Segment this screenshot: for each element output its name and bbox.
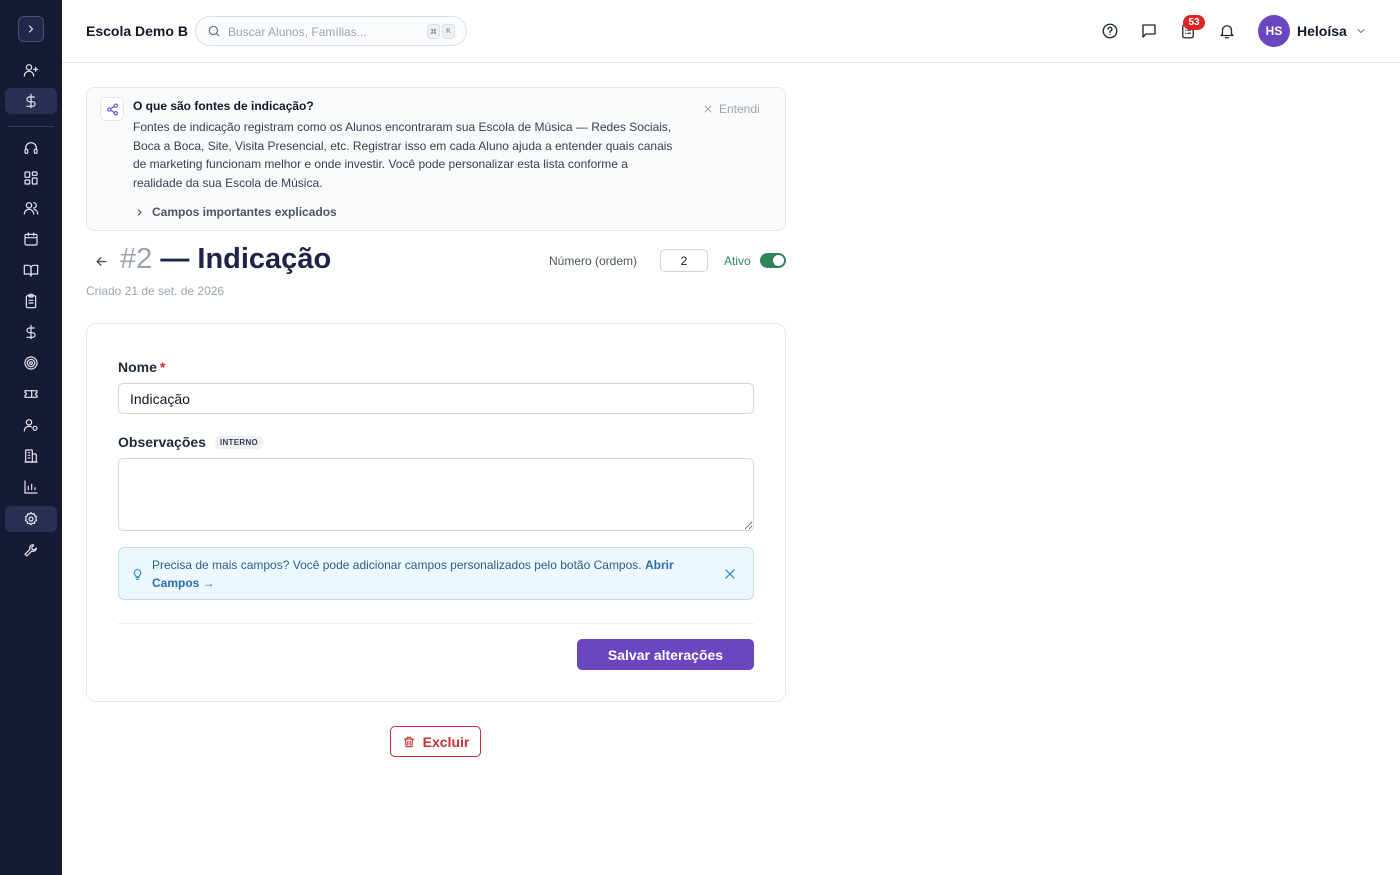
notifications-button[interactable] <box>1216 20 1238 42</box>
help-circle-icon <box>1102 23 1118 39</box>
chevron-down-icon[interactable] <box>1355 25 1367 37</box>
sidebar-expand-button[interactable] <box>18 16 44 42</box>
close-icon <box>704 105 712 113</box>
order-input[interactable] <box>660 249 708 272</box>
search-input[interactable] <box>228 23 418 41</box>
obs-label: Observações INTERNO <box>118 434 264 450</box>
created-date: Criado 21 de set. de 2026 <box>86 284 225 298</box>
page-title: #2 — Indicação <box>120 243 331 276</box>
custom-fields-tip-text: Precisa de mais campos? Você pode adicio… <box>152 557 712 592</box>
nome-label-text: Nome <box>118 359 157 375</box>
lightbulb-icon <box>133 569 142 580</box>
user-name[interactable]: Heloísa <box>1297 23 1347 39</box>
sidebar-item-dashboard[interactable] <box>5 165 57 191</box>
delete-button[interactable]: Excluir <box>390 726 481 757</box>
important-fields-label: Campos importantes explicados <box>152 205 337 219</box>
sidebar-item-new-student[interactable] <box>5 57 57 83</box>
dollar-icon <box>26 93 36 109</box>
messages-button[interactable] <box>1138 20 1160 42</box>
sidebar-item-goals[interactable] <box>5 350 57 376</box>
save-button[interactable]: Salvar alterações <box>577 639 754 670</box>
search-box[interactable]: ⌘ K <box>195 16 467 46</box>
active-toggle[interactable] <box>760 253 786 268</box>
building-icon <box>24 449 38 463</box>
active-label: Ativo <box>724 254 751 268</box>
ticket-icon <box>24 390 38 398</box>
obs-textarea[interactable] <box>118 458 754 531</box>
info-banner-body: Fontes de indicação registram como os Al… <box>133 120 673 190</box>
shortcut-key-cmd: ⌘ <box>427 24 440 39</box>
chevron-right-icon <box>28 25 34 33</box>
headset-icon <box>24 142 38 154</box>
important-fields-toggle[interactable]: Campos importantes explicados <box>135 205 337 219</box>
wrench-icon <box>24 544 37 557</box>
target-icon <box>24 356 38 370</box>
shortcut-key-k: K <box>442 24 455 39</box>
sidebar-item-tickets[interactable] <box>5 381 57 407</box>
record-title: — Indicação <box>160 243 332 275</box>
sidebar-item-settings[interactable] <box>5 506 57 532</box>
dashboard-grid-icon <box>24 171 38 185</box>
sidebar-item-attendance[interactable] <box>5 288 57 314</box>
custom-fields-tip: Precisa de mais campos? Você pode adicio… <box>118 547 754 600</box>
sidebar-item-school[interactable] <box>5 443 57 469</box>
edit-form-card: Nome* Observações INTERNO Precisa de mais… <box>86 323 786 702</box>
user-avatar[interactable]: HS <box>1258 15 1290 47</box>
info-banner: O que são fontes de indicação? Fontes de… <box>86 87 786 231</box>
required-marker: * <box>159 359 166 375</box>
school-name: Escola Demo B <box>86 23 188 39</box>
sidebar-item-calendar[interactable] <box>5 226 57 252</box>
card-divider <box>118 623 754 624</box>
sidebar-item-courses[interactable] <box>5 257 57 283</box>
users-icon <box>23 202 39 215</box>
tasks-count-badge: 53 <box>1183 15 1205 30</box>
tip-message: Precisa de mais campos? Você pode adicio… <box>152 558 642 572</box>
trash-icon <box>403 736 414 747</box>
message-square-icon <box>1142 24 1156 38</box>
sidebar-item-finance-quick[interactable] <box>5 88 57 114</box>
topbar: Escola Demo B ⌘ K 53 HS Heloísa <box>62 0 1400 63</box>
sidebar-item-team[interactable] <box>5 412 57 438</box>
sidebar-item-tools[interactable] <box>5 537 57 563</box>
sidebar <box>0 0 62 875</box>
clipboard-icon <box>25 293 37 309</box>
sidebar-item-reports[interactable] <box>5 474 57 500</box>
info-banner-dismiss-button[interactable]: Entendi <box>703 102 760 116</box>
nome-input[interactable] <box>118 383 754 414</box>
sidebar-item-support[interactable] <box>5 135 57 161</box>
arrow-left-icon <box>95 256 107 266</box>
book-open-icon <box>23 264 39 277</box>
gear-icon <box>24 512 38 526</box>
dollar-icon <box>26 324 36 340</box>
calendar-icon <box>24 232 38 246</box>
chevron-right-icon <box>137 208 142 216</box>
info-banner-icon-box <box>100 97 124 121</box>
user-plus-icon <box>23 64 39 77</box>
sidebar-item-students[interactable] <box>5 195 57 221</box>
delete-button-label: Excluir <box>422 733 470 750</box>
search-icon <box>208 25 220 37</box>
help-button[interactable] <box>1099 20 1121 42</box>
bell-icon <box>1220 25 1234 39</box>
active-toggle-knob <box>773 255 784 266</box>
obs-label-text: Observações <box>118 434 206 450</box>
info-banner-dismiss-label: Entendi <box>719 102 760 116</box>
back-button[interactable] <box>91 251 111 271</box>
close-icon[interactable] <box>723 567 737 581</box>
bar-chart-icon <box>24 480 38 494</box>
record-number: #2 <box>120 243 153 275</box>
order-label: Número (ordem) <box>549 254 638 268</box>
sidebar-item-finance[interactable] <box>5 319 57 345</box>
user-settings-icon <box>23 419 38 432</box>
sidebar-divider <box>8 126 54 127</box>
share-icon <box>106 103 118 115</box>
info-banner-title: O que são fontes de indicação? <box>133 99 314 113</box>
internal-tag: INTERNO <box>214 435 264 449</box>
nome-label: Nome * <box>118 359 165 375</box>
